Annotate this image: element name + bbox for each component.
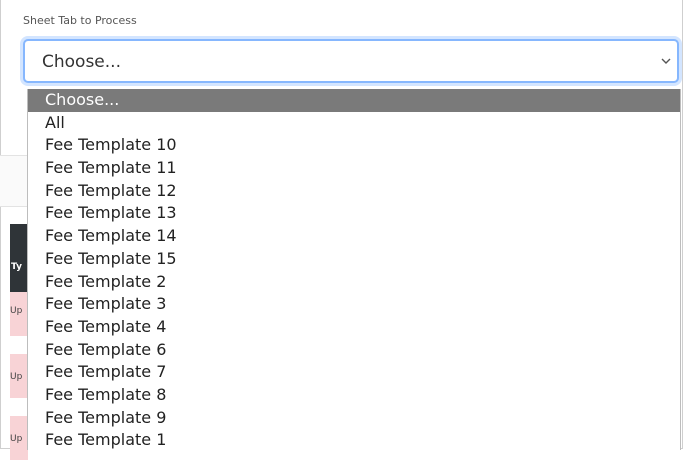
- dropdown-option[interactable]: Fee Template 4: [28, 316, 680, 339]
- dropdown-option[interactable]: Fee Template 13: [28, 202, 680, 225]
- dropdown-option[interactable]: Fee Template 14: [28, 225, 680, 248]
- dropdown-list[interactable]: Choose... All Fee Template 10 Fee Template …: [27, 89, 681, 450]
- dropdown-option[interactable]: Fee Template 2: [28, 271, 680, 294]
- dropdown-option[interactable]: All: [28, 112, 680, 135]
- dropdown-option[interactable]: Fee Template 15: [28, 248, 680, 271]
- table-row-fragment: Up: [10, 434, 23, 444]
- table-row-fragment: Up: [10, 372, 23, 382]
- dropdown-option[interactable]: Fee Template 9: [28, 407, 680, 430]
- table-row-fragment: Up: [10, 306, 23, 316]
- table-header-fragment: Ty: [11, 262, 22, 272]
- select-current-value: Choose...: [42, 52, 121, 72]
- dropdown-option[interactable]: Fee Template 8: [28, 384, 680, 407]
- dropdown-option[interactable]: Fee Template 10: [28, 134, 680, 157]
- dropdown-option[interactable]: Fee Template 6: [28, 339, 680, 362]
- dropdown-option[interactable]: Fee Template 1: [28, 429, 680, 450]
- dropdown-option[interactable]: Fee Template 3: [28, 293, 680, 316]
- sheet-tab-select[interactable]: Choose...: [23, 39, 679, 83]
- sheet-tab-label: Sheet Tab to Process: [23, 14, 137, 27]
- chevron-down-icon: [661, 54, 671, 68]
- dropdown-option[interactable]: Choose...: [28, 89, 680, 112]
- dropdown-option[interactable]: Fee Template 7: [28, 361, 680, 384]
- dropdown-option[interactable]: Fee Template 12: [28, 180, 680, 203]
- dropdown-option[interactable]: Fee Template 11: [28, 157, 680, 180]
